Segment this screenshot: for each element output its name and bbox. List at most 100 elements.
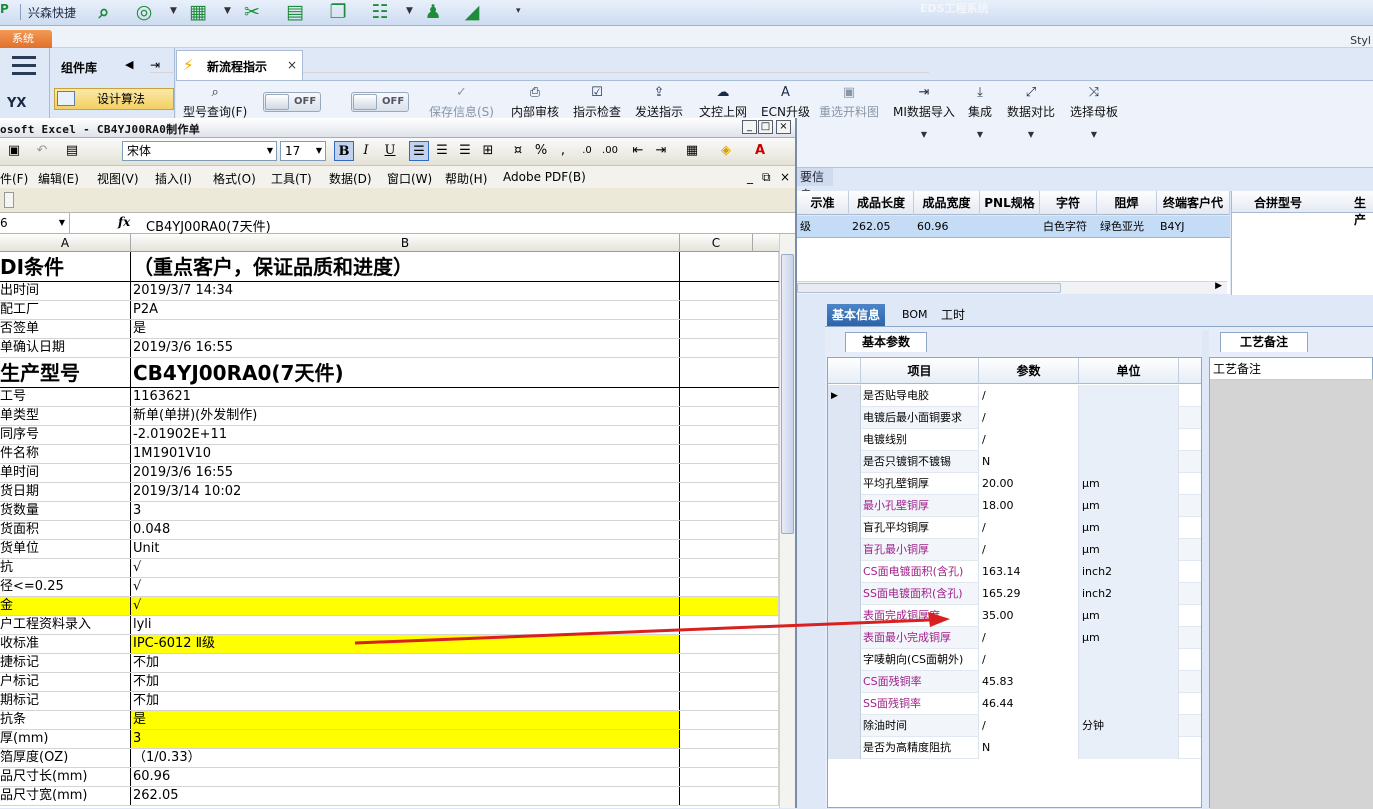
cell-b[interactable]: IPC-6012 Ⅱ级 — [131, 635, 680, 653]
table-row[interactable]: 最小孔壁铜厚 18.00 μm — [828, 495, 1201, 517]
cell-c[interactable] — [680, 730, 779, 748]
cell-c[interactable] — [680, 445, 779, 463]
param-value-cell[interactable]: / — [979, 517, 1079, 539]
close-icon[interactable]: × — [780, 170, 790, 184]
cell-c[interactable] — [680, 483, 779, 501]
table-row[interactable]: SS面残铜率 46.44 — [828, 693, 1201, 715]
table-icon[interactable]: ▦ — [186, 1, 210, 23]
grid-col-header[interactable]: 示准 — [797, 191, 849, 215]
cell-a[interactable]: 工号 — [0, 388, 131, 406]
row-selector[interactable] — [828, 495, 861, 517]
scroll-thumb[interactable] — [797, 283, 1061, 293]
menu-icon[interactable] — [12, 56, 36, 76]
cell-a[interactable]: 生产型号 — [0, 358, 131, 387]
image-icon[interactable]: ▣ — [4, 141, 24, 161]
cell-a[interactable]: 否签单 — [0, 320, 131, 338]
cell-c[interactable] — [680, 540, 779, 558]
cell-b[interactable]: lyli — [131, 616, 680, 634]
cell-c[interactable] — [680, 749, 779, 767]
row-selector[interactable] — [828, 517, 861, 539]
table-row[interactable]: 字唛朝向(CS面朝外) / — [828, 649, 1201, 671]
param-value-cell[interactable]: N — [979, 451, 1079, 473]
cell-a[interactable]: 出时间 — [0, 282, 131, 300]
table-row[interactable]: 品尺寸宽(mm) 262.05 — [0, 787, 779, 806]
copy-icon[interactable]: ❐ — [326, 1, 350, 23]
cell-b[interactable]: 是 — [131, 711, 680, 729]
param-value-cell[interactable]: 46.44 — [979, 693, 1079, 715]
cell-b[interactable]: Unit — [131, 540, 680, 558]
mi-import-button[interactable]: ⇥ MI数据导入 ▼ — [893, 85, 955, 139]
save-info-button[interactable]: ✓ 保存信息(S) — [429, 85, 494, 120]
table-row[interactable]: 户标记 不加 — [0, 673, 779, 692]
borders-icon[interactable]: ▦ — [682, 141, 702, 161]
cell-b[interactable]: 262.05 — [131, 787, 680, 805]
cell-c[interactable] — [680, 358, 779, 387]
scroll-thumb[interactable] — [781, 254, 794, 534]
reselect-chart-button[interactable]: ▣ 重选开料图 — [819, 85, 879, 120]
search-icon[interactable]: ⌕ — [92, 1, 116, 23]
cell-c[interactable] — [680, 635, 779, 653]
table-row[interactable]: SS面电镀面积(含孔) 165.29 inch2 — [828, 583, 1201, 605]
font-name-select[interactable]: 宋体 ▼ — [122, 141, 277, 161]
grid-col-header[interactable]: 项目 — [861, 358, 979, 384]
merge-center-icon[interactable]: ⊞ — [478, 141, 498, 161]
cell-c[interactable] — [680, 673, 779, 691]
table-row[interactable]: CS面残铜率 45.83 — [828, 671, 1201, 693]
ecn-upgrade-button[interactable]: A ECN升级 — [761, 85, 810, 120]
table-row[interactable]: 厚(mm) 3 — [0, 730, 779, 749]
table-row[interactable]: 级 262.05 60.96 白色字符 绿色亚光 B4YJ — [797, 216, 1230, 238]
currency-icon[interactable]: ¤ — [508, 141, 528, 161]
align-right-icon[interactable]: ☰ — [455, 141, 475, 161]
column-header-a[interactable]: A — [0, 234, 131, 252]
info-tab[interactable]: 要信息 — [797, 168, 833, 202]
cell-a[interactable]: 户标记 — [0, 673, 131, 691]
menu-item-adobe-pdf[interactable]: Adobe PDF(B) — [503, 170, 586, 184]
cell-a[interactable]: 单时间 — [0, 464, 131, 482]
menu-item-insert[interactable]: 插入(I) — [155, 170, 192, 187]
table-row[interactable]: 货日期 2019/3/14 10:02 — [0, 483, 779, 502]
restore-icon[interactable]: ⧉ — [762, 170, 771, 185]
font-size-select[interactable]: 17 ▼ — [280, 141, 326, 161]
cell-a[interactable]: 抗 — [0, 559, 131, 577]
chevron-down-icon[interactable]: ▼ — [1070, 130, 1118, 139]
film-icon[interactable]: ▤ — [283, 1, 307, 23]
cell-c[interactable] — [680, 301, 779, 319]
param-value-cell[interactable]: 18.00 — [979, 495, 1079, 517]
table-row[interactable]: 件名称 1M1901V10 — [0, 445, 779, 464]
row-selector[interactable] — [828, 473, 861, 495]
cell-b[interactable]: 2019/3/6 16:55 — [131, 464, 680, 482]
cell-b[interactable]: √ — [131, 597, 680, 615]
table-row[interactable]: 单时间 2019/3/6 16:55 — [0, 464, 779, 483]
grid-col-header[interactable]: PNL规格 — [980, 191, 1040, 215]
data-compare-button[interactable]: ⤢ 数据对比 ▼ — [1007, 85, 1055, 139]
grid-col-header[interactable]: 单位 — [1079, 358, 1179, 384]
paste-icon[interactable]: ▤ — [62, 141, 82, 161]
grid-col-header[interactable]: 参数 — [979, 358, 1079, 384]
cell-a[interactable]: 品尺寸长(mm) — [0, 768, 131, 786]
row-selector[interactable] — [828, 407, 861, 429]
table-row[interactable]: 箔厚度(OZ) （1/0.33） — [0, 749, 779, 768]
cell-b[interactable]: √ — [131, 578, 680, 596]
menu-item-data[interactable]: 数据(D) — [329, 170, 372, 187]
table-row[interactable]: 户工程资料录入 lyli — [0, 616, 779, 635]
toolbar-handle-icon[interactable] — [4, 192, 14, 208]
cell-b[interactable]: 1163621 — [131, 388, 680, 406]
table-row[interactable]: 抗 √ — [0, 559, 779, 578]
table-row[interactable]: 金 √ — [0, 597, 779, 616]
menu-item-window[interactable]: 窗口(W) — [387, 170, 432, 187]
font-color-icon[interactable]: A — [750, 141, 770, 161]
cell-a[interactable]: 品尺寸宽(mm) — [0, 787, 131, 805]
send-instruction-button[interactable]: ⇪ 发送指示 — [635, 85, 683, 120]
menu-item-view[interactable]: 视图(V) — [97, 170, 139, 187]
model-query-button[interactable]: ⌕ 型号查询(F) — [183, 85, 247, 120]
cell-a[interactable]: 捷标记 — [0, 654, 131, 672]
horizontal-splitter[interactable] — [797, 296, 1373, 304]
cell-b[interactable]: 不加 — [131, 673, 680, 691]
table-row[interactable]: 平均孔壁铜厚 20.00 μm — [828, 473, 1201, 495]
grid-col-header[interactable]: 阻焊 — [1097, 191, 1157, 215]
table-row[interactable]: 抗条 是 — [0, 711, 779, 730]
cell-b[interactable]: P2A — [131, 301, 680, 319]
param-value-cell[interactable]: / — [979, 649, 1079, 671]
minimize-icon[interactable]: _ — [742, 120, 757, 134]
scissors-icon[interactable]: ✂ — [240, 1, 264, 23]
